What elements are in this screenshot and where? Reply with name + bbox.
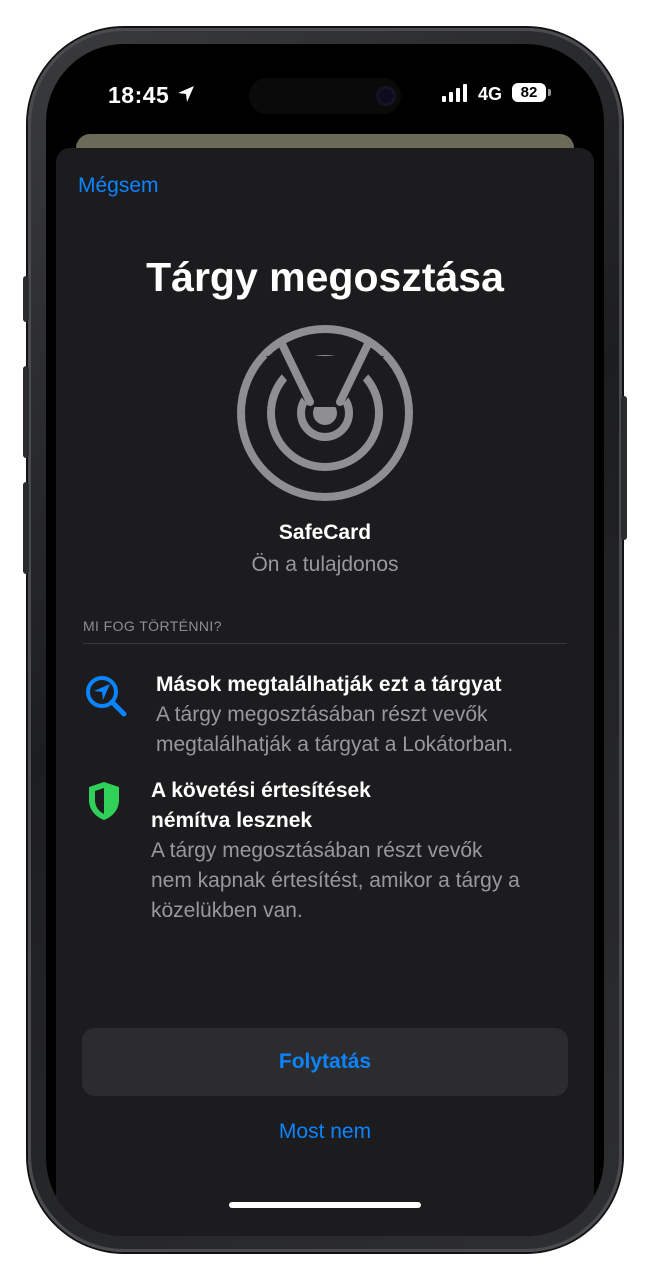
feature-desc-line: nem kapnak értesítést, amikor a tárgy a bbox=[151, 869, 520, 892]
battery-tip bbox=[548, 89, 551, 96]
feature-title-findable: Mások megtalálhatják ezt a tárgyat bbox=[156, 673, 502, 696]
feature-desc-line: megtalálhatják a tárgyat a Lokátorban. bbox=[156, 733, 514, 756]
network-type: 4G bbox=[478, 84, 503, 104]
front-camera bbox=[376, 86, 396, 106]
airtag-radar-icon bbox=[237, 325, 413, 501]
share-item-sheet: Mégsem Tárgy megosztása SafeCard Ön a tu… bbox=[56, 148, 594, 1236]
item-name: SafeCard bbox=[278, 521, 372, 544]
volume-up-button bbox=[23, 366, 29, 458]
find-magnifier-icon bbox=[86, 676, 127, 717]
battery-icon: 82 bbox=[512, 83, 546, 102]
not-now-button[interactable]: Most nem bbox=[56, 1120, 594, 1144]
volume-down-button bbox=[23, 482, 29, 574]
status-bar: 18:45 4G 82 bbox=[46, 44, 604, 144]
item-owner-status: Ön a tulajdonos bbox=[251, 553, 399, 576]
cellular-signal-icon bbox=[442, 84, 467, 102]
action-button bbox=[23, 276, 29, 322]
shield-icon bbox=[89, 782, 119, 820]
feature-desc-line: közelükben van. bbox=[151, 899, 303, 922]
location-arrow-icon bbox=[178, 86, 194, 102]
home-indicator[interactable] bbox=[229, 1202, 421, 1208]
continue-button[interactable]: Folytatás bbox=[82, 1028, 568, 1096]
status-time: 18:45 bbox=[108, 82, 170, 108]
feature-title-tracking-muted: A követési értesítések némítva lesznek bbox=[151, 776, 371, 836]
sheet-title: Tárgy megosztása bbox=[146, 254, 504, 300]
feature-title-line: némítva lesznek bbox=[151, 809, 313, 832]
phone-screen: 18:45 4G 82 Mégsem Tárgy megosztása Safe… bbox=[46, 44, 604, 1236]
feature-desc-tracking-muted: A tárgy megosztásában részt vevők nem ka… bbox=[151, 836, 520, 926]
feature-title-line: A követési értesítések bbox=[151, 779, 371, 802]
power-button bbox=[621, 396, 627, 540]
section-header: MI FOG TÖRTÉNNI? bbox=[83, 618, 222, 634]
cancel-button[interactable]: Mégsem bbox=[78, 174, 159, 198]
section-divider bbox=[83, 643, 567, 644]
feature-desc-line: A tárgy megosztásában részt vevők bbox=[151, 839, 483, 862]
feature-desc-findable: A tárgy megosztásában részt vevők megtal… bbox=[156, 700, 513, 760]
feature-desc-line: A tárgy megosztásában részt vevők bbox=[156, 703, 488, 726]
battery-level: 82 bbox=[520, 84, 538, 101]
